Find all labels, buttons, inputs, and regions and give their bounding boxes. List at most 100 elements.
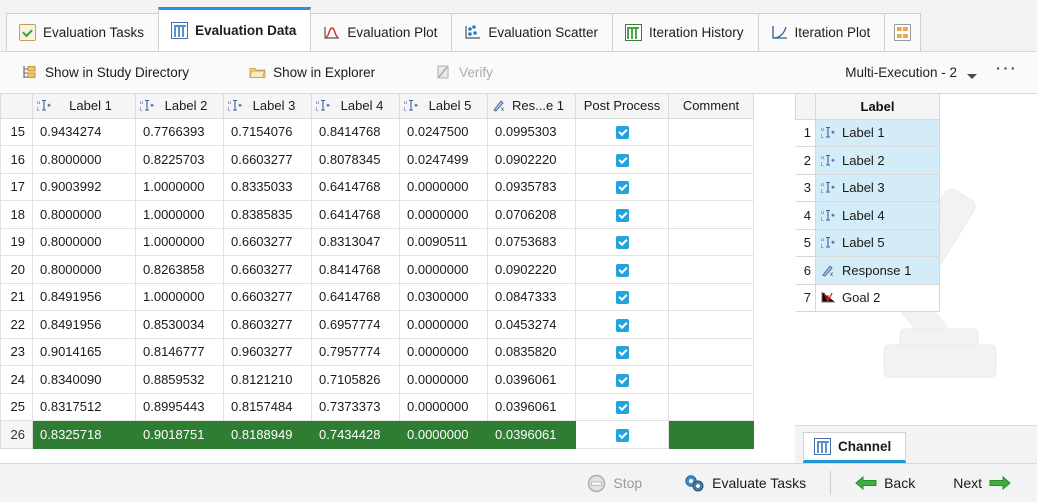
tab-channel[interactable]: Channel — [803, 432, 907, 463]
cell-post-process[interactable] — [575, 365, 669, 394]
cell-label-3[interactable]: 0.8157484 — [223, 392, 312, 421]
cell-label-5[interactable]: 0.0247500 — [399, 117, 488, 146]
post-process-checkbox[interactable] — [615, 401, 629, 415]
cell-label-2[interactable]: 0.8225703 — [135, 145, 224, 174]
tab-iteration-history[interactable]: Iteration History — [611, 13, 759, 51]
column-header-label-5[interactable]: u L Label 5 — [399, 94, 488, 119]
table-row[interactable]: 15 0.9434274 0.7766393 0.7154076 0.84147… — [0, 117, 754, 146]
channel-list-item[interactable]: 2 u L Label 2 — [795, 146, 940, 175]
cell-response-1[interactable]: 0.0902220 — [487, 145, 576, 174]
cell-label-1[interactable]: 0.8340090 — [32, 365, 136, 394]
cell-label-2[interactable]: 0.7766393 — [135, 117, 224, 146]
cell-response-1[interactable]: 0.0902220 — [487, 255, 576, 284]
verify-button[interactable]: Verify — [424, 59, 504, 86]
cell-post-process[interactable] — [575, 200, 669, 229]
cell-post-process[interactable] — [575, 172, 669, 201]
cell-label-2[interactable]: 1.0000000 — [135, 172, 224, 201]
table-row-selected[interactable]: 26 0.8325718 0.9018751 0.8188949 0.74344… — [0, 420, 754, 449]
cell-label-2[interactable]: 0.8146777 — [135, 337, 224, 366]
cell-response-1[interactable]: 0.0935783 — [487, 172, 576, 201]
cell-post-process[interactable] — [575, 282, 669, 311]
cell-response-1[interactable]: 0.0847333 — [487, 282, 576, 311]
post-process-checkbox[interactable] — [615, 126, 629, 140]
cell-label-1[interactable]: 0.8317512 — [32, 392, 136, 421]
cell-label-1[interactable]: 0.8000000 — [32, 255, 136, 284]
cell-label-2[interactable]: 1.0000000 — [135, 282, 224, 311]
cell-label-3[interactable]: 0.8603277 — [223, 310, 312, 339]
cell-label-2[interactable]: 0.8859532 — [135, 365, 224, 394]
cell-label-1[interactable]: 0.9003992 — [32, 172, 136, 201]
tab-evaluation-tasks[interactable]: Evaluation Tasks — [6, 13, 160, 51]
channel-row-cell[interactable]: x Response 1 — [815, 256, 940, 285]
cell-comment[interactable] — [668, 365, 754, 394]
cell-comment[interactable] — [668, 117, 754, 146]
channel-list-item[interactable]: 5 u L Label 5 — [795, 228, 940, 257]
channel-row-cell[interactable]: u L Label 3 — [815, 173, 940, 202]
channel-list-item[interactable]: 6 x Response 1 — [795, 256, 940, 285]
cell-label-1[interactable]: 0.8491956 — [32, 282, 136, 311]
channel-list-item[interactable]: 4 u L Label 4 — [795, 201, 940, 230]
cell-post-process[interactable] — [575, 227, 669, 256]
cell-label-5[interactable]: 0.0000000 — [399, 255, 488, 284]
cell-label-5[interactable]: 0.0000000 — [399, 420, 488, 449]
cell-response-1[interactable]: 0.0396061 — [487, 420, 576, 449]
channel-row-cell[interactable]: u L Label 1 — [815, 118, 940, 147]
column-header-label-1[interactable]: u L Label 1 — [32, 94, 136, 119]
cell-post-process[interactable] — [575, 337, 669, 366]
cell-label-3[interactable]: 0.8121210 — [223, 365, 312, 394]
cell-label-4[interactable]: 0.6957774 — [311, 310, 400, 339]
cell-label-3[interactable]: 0.7154076 — [223, 117, 312, 146]
cell-response-1[interactable]: 0.0835820 — [487, 337, 576, 366]
cell-label-4[interactable]: 0.8414768 — [311, 117, 400, 146]
channel-row-cell[interactable]: Goal 2 — [815, 283, 940, 312]
cell-comment[interactable] — [668, 337, 754, 366]
cell-response-1[interactable]: 0.0753683 — [487, 227, 576, 256]
cell-label-5[interactable]: 0.0247499 — [399, 145, 488, 174]
cell-label-4[interactable]: 0.6414768 — [311, 282, 400, 311]
cell-comment[interactable] — [668, 172, 754, 201]
cell-label-1[interactable]: 0.8491956 — [32, 310, 136, 339]
more-options-button[interactable]: ··· — [981, 59, 1025, 82]
cell-post-process[interactable] — [575, 420, 669, 449]
tab-iteration-plot[interactable]: Iteration Plot — [757, 13, 886, 51]
cell-comment[interactable] — [668, 310, 754, 339]
cell-label-1[interactable]: 0.8000000 — [32, 145, 136, 174]
table-row[interactable]: 18 0.8000000 1.0000000 0.8385835 0.64147… — [0, 200, 754, 229]
post-process-checkbox[interactable] — [615, 181, 629, 195]
cell-label-3[interactable]: 0.8188949 — [223, 420, 312, 449]
channel-row-cell[interactable]: u L Label 4 — [815, 201, 940, 230]
cell-comment[interactable] — [668, 282, 754, 311]
table-row[interactable]: 17 0.9003992 1.0000000 0.8335033 0.64147… — [0, 172, 754, 201]
post-process-checkbox[interactable] — [615, 346, 629, 360]
cell-label-3[interactable]: 0.8385835 — [223, 200, 312, 229]
show-in-explorer-button[interactable]: Show in Explorer — [238, 59, 386, 86]
post-process-checkbox[interactable] — [615, 236, 629, 250]
stop-button[interactable]: Stop — [575, 469, 654, 498]
cell-label-4[interactable]: 0.7105826 — [311, 365, 400, 394]
cell-label-4[interactable]: 0.7373373 — [311, 392, 400, 421]
next-button[interactable]: Next — [941, 470, 1023, 496]
cell-label-3[interactable]: 0.6603277 — [223, 227, 312, 256]
evaluate-tasks-button[interactable]: Evaluate Tasks — [672, 469, 818, 498]
channel-row-cell[interactable]: u L Label 2 — [815, 146, 940, 175]
channel-row-cell[interactable]: u L Label 5 — [815, 228, 940, 257]
cell-post-process[interactable] — [575, 392, 669, 421]
cell-response-1[interactable]: 0.0453274 — [487, 310, 576, 339]
cell-comment[interactable] — [668, 255, 754, 284]
column-header-label-4[interactable]: u L Label 4 — [311, 94, 400, 119]
cell-comment[interactable] — [668, 420, 754, 449]
cell-label-3[interactable]: 0.8335033 — [223, 172, 312, 201]
cell-label-1[interactable]: 0.9434274 — [32, 117, 136, 146]
tab-overview-tiles[interactable] — [884, 13, 922, 51]
table-row[interactable]: 20 0.8000000 0.8263858 0.6603277 0.84147… — [0, 255, 754, 284]
cell-label-4[interactable]: 0.8078345 — [311, 145, 400, 174]
channel-list-item[interactable]: 7 Goal 2 — [795, 283, 940, 312]
cell-label-3[interactable]: 0.6603277 — [223, 282, 312, 311]
cell-label-3[interactable]: 0.6603277 — [223, 255, 312, 284]
cell-post-process[interactable] — [575, 310, 669, 339]
cell-label-3[interactable]: 0.6603277 — [223, 145, 312, 174]
column-header-label-2[interactable]: u L Label 2 — [135, 94, 224, 119]
cell-label-5[interactable]: 0.0300000 — [399, 282, 488, 311]
post-process-checkbox[interactable] — [615, 291, 629, 305]
cell-label-2[interactable]: 0.8530034 — [135, 310, 224, 339]
